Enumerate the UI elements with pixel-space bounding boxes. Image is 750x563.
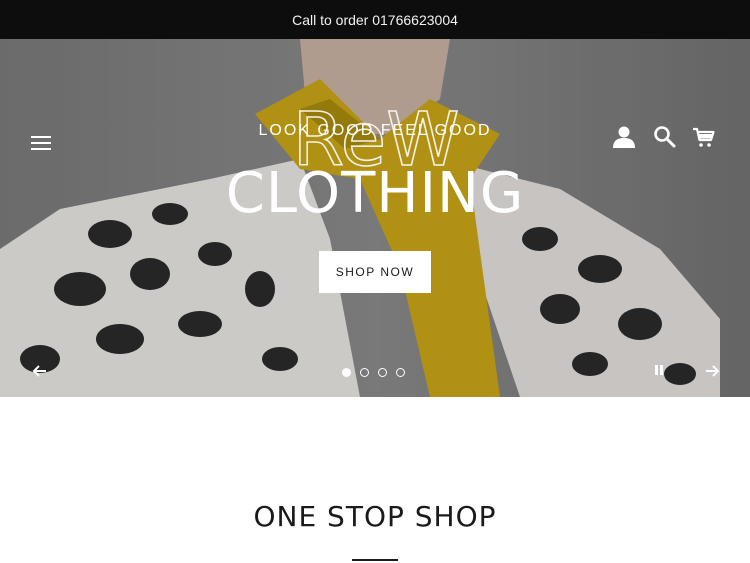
hero-slideshow[interactable]: ReW LOOK GOOD FEEL GOOD CLOTHING SHOP NO… — [0, 39, 750, 397]
arrow-left-icon[interactable] — [32, 364, 48, 378]
slide-dot-2[interactable] — [360, 368, 369, 377]
hamburger-menu-icon[interactable] — [31, 134, 53, 152]
pause-icon[interactable] — [654, 365, 664, 377]
section-title: ONE STOP SHOP — [253, 500, 497, 533]
search-icon[interactable] — [653, 125, 677, 149]
announcement-text: Call to order 01766623004 — [292, 11, 458, 28]
announcement-bar: Call to order 01766623004 — [0, 0, 750, 39]
slide-dot-4[interactable] — [396, 368, 405, 377]
shop-now-button[interactable]: SHOP NOW — [319, 251, 431, 293]
cart-icon[interactable] — [692, 126, 716, 150]
arrow-right-icon[interactable] — [704, 364, 720, 378]
hero-tagline: LOOK GOOD FEEL GOOD — [258, 122, 492, 139]
section-divider — [352, 559, 398, 561]
hero-headline: CLOTHING — [225, 161, 525, 226]
slide-dot-3[interactable] — [378, 368, 387, 377]
slide-dot-1[interactable] — [342, 368, 351, 377]
slide-indicators — [342, 368, 405, 378]
user-icon[interactable] — [612, 125, 636, 149]
